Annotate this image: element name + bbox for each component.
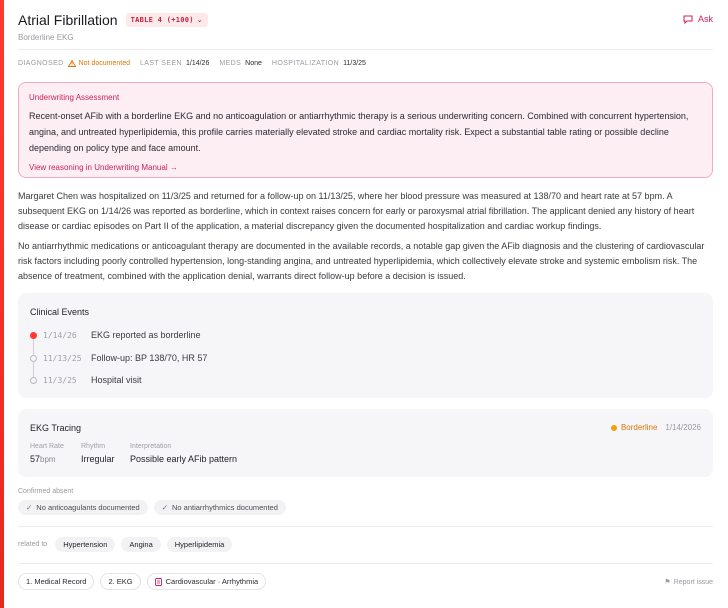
underwriting-assessment: Underwriting Assessment Recent-onset AFi… xyxy=(18,82,713,178)
last-seen-label: LAST SEEN xyxy=(139,60,182,67)
timeline-dot xyxy=(30,376,37,384)
diagnosed-text: Not documented xyxy=(78,60,130,67)
event-date: 11/3/25 xyxy=(43,375,77,385)
page-subtitle: Borderline EKG xyxy=(18,33,74,42)
heart-rate-unit: bpm xyxy=(40,455,56,464)
chevron-down-icon: ⌄ xyxy=(196,16,203,24)
related-chip-angina[interactable]: Angina xyxy=(121,537,161,552)
underwriting-title: Underwriting Assessment xyxy=(29,93,120,102)
report-issue-link[interactable]: ⚑ Report issue xyxy=(664,578,713,587)
meds-label: MEDS xyxy=(219,60,242,67)
table-rating-label: TABLE 4 (+100) xyxy=(130,16,194,24)
diagnosed-value: Not documented xyxy=(67,60,130,67)
heart-rate-value: 57 xyxy=(30,454,41,464)
absent-chip: ✓ No antiarrhythmics documented xyxy=(153,500,286,515)
timeline-event: 1/14/26 EKG reported as borderline xyxy=(30,330,201,340)
absent-chip-label: No antiarrhythmics documented xyxy=(172,503,278,512)
source-label: 2. EKG xyxy=(108,577,133,586)
document-icon xyxy=(154,577,162,586)
related-conditions: related to Hypertension Angina Hyperlipi… xyxy=(18,537,238,552)
check-icon: ✓ xyxy=(26,503,33,512)
last-seen-value: 1/14/26 xyxy=(185,60,210,67)
related-label: related to xyxy=(18,541,48,548)
source-medical-record[interactable]: 1. Medical Record xyxy=(18,573,95,590)
ask-button[interactable]: Ask xyxy=(683,14,713,24)
ekg-status-badge: Borderline xyxy=(620,423,658,432)
divider xyxy=(18,49,713,50)
condition-panel: Atrial Fibrillation TABLE 4 (+100) ⌄ Bor… xyxy=(18,0,713,608)
hospitalization-value: 11/3/25 xyxy=(343,60,366,67)
rhythm-value: Irregular xyxy=(81,454,115,464)
confirmed-absent-label: Confirmed absent xyxy=(18,488,74,495)
timeline-event: 11/3/25 Hospital visit xyxy=(30,375,142,385)
report-issue-label: Report issue xyxy=(673,578,713,586)
ekg-date: 1/14/2026 xyxy=(665,423,701,432)
diagnosed-label: DIAGNOSED xyxy=(18,60,64,67)
source-category[interactable]: Cardiovascular · Arrhythmia xyxy=(146,573,267,590)
chat-icon xyxy=(683,15,693,24)
treatment-paragraph: No antiarrhythmic medications or anticoa… xyxy=(18,241,705,281)
divider xyxy=(18,526,713,527)
rhythm-label: Rhythm xyxy=(81,443,106,450)
interpretation-label: Interpretation xyxy=(130,443,172,450)
header: Atrial Fibrillation TABLE 4 (+100) ⌄ xyxy=(18,12,208,28)
meta-row: DIAGNOSED Not documented LAST SEEN 1/14/… xyxy=(18,60,376,67)
timeline-event: 11/13/25 Follow-up: BP 138/70, HR 57 xyxy=(30,353,207,363)
source-label: Cardiovascular · Arrhythmia xyxy=(165,577,259,586)
check-icon: ✓ xyxy=(161,503,168,512)
source-chips: 1. Medical Record 2. EKG Cardiovascular … xyxy=(18,573,272,590)
heart-rate-label: Heart Rate xyxy=(30,443,64,450)
left-accent-bar xyxy=(0,0,4,608)
event-date: 1/14/26 xyxy=(43,330,77,340)
ekg-tracing-card: EKG Tracing Borderline 1/14/2026 Heart R… xyxy=(18,409,713,477)
absent-chip-label: No anticoagulants documented xyxy=(36,503,140,512)
timeline-dot-active xyxy=(30,331,37,339)
flag-icon: ⚑ xyxy=(664,579,671,586)
page-title: Atrial Fibrillation xyxy=(18,12,118,28)
status-dot xyxy=(610,424,617,431)
event-date: 11/13/25 xyxy=(43,353,82,363)
interpretation-value: Possible early AFib pattern xyxy=(130,454,238,464)
divider xyxy=(18,563,713,564)
rhythm-stat: Rhythm Irregular xyxy=(81,443,115,464)
ekg-title: EKG Tracing xyxy=(30,423,82,433)
source-ekg[interactable]: 2. EKG xyxy=(100,573,141,590)
clinical-events-card: Clinical Events 1/14/26 EKG reported as … xyxy=(18,293,713,398)
event-text: Follow-up: BP 138/70, HR 57 xyxy=(91,353,208,363)
heart-rate-stat: Heart Rate 57bpm xyxy=(30,443,64,464)
meds-value: None xyxy=(245,60,262,67)
source-label: 1. Medical Record xyxy=(26,577,87,586)
underwriting-manual-link[interactable]: View reasoning in Underwriting Manual → xyxy=(29,163,702,172)
table-rating-badge[interactable]: TABLE 4 (+100) ⌄ xyxy=(125,13,208,27)
confirmed-absent-chips: ✓ No anticoagulants documented ✓ No antiar… xyxy=(18,500,292,515)
related-chip-hyperlipidemia[interactable]: Hyperlipidemia xyxy=(166,537,233,552)
ekg-status: Borderline 1/14/2026 xyxy=(610,423,701,432)
related-chip-hypertension[interactable]: Hypertension xyxy=(55,537,116,552)
summary-paragraph: Margaret Chen was hospitalized on 11/3/2… xyxy=(18,191,695,231)
underwriting-body: Recent-onset AFib with a borderline EKG … xyxy=(29,111,689,153)
event-text: EKG reported as borderline xyxy=(91,330,201,340)
ask-label: Ask xyxy=(697,14,713,24)
clinical-events-title: Clinical Events xyxy=(30,307,90,317)
interpretation-stat: Interpretation Possible early AFib patte… xyxy=(130,443,237,464)
warning-icon xyxy=(67,60,76,67)
timeline-dot xyxy=(30,354,37,362)
absent-chip: ✓ No anticoagulants documented xyxy=(18,500,148,515)
hospitalization-label: HOSPITALIZATION xyxy=(271,60,340,67)
event-text: Hospital visit xyxy=(91,375,142,385)
